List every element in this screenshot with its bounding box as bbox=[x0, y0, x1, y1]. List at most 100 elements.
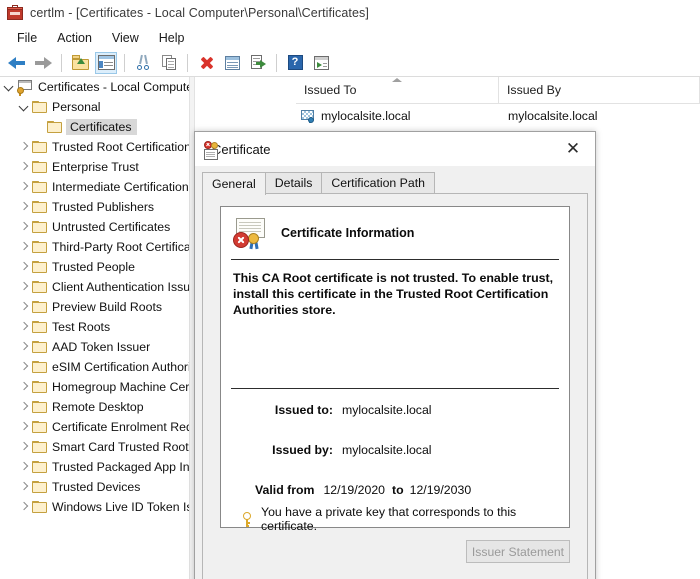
certificate-information-box: Certificate Information This CA Root cer… bbox=[220, 206, 570, 533]
tree-item-untrusted-certificates[interactable]: Untrusted Certificates bbox=[0, 217, 189, 237]
tree-item-trusted-root-certification-authorities[interactable]: Trusted Root Certification Authorities bbox=[0, 137, 189, 157]
tab-details[interactable]: Details bbox=[264, 172, 323, 193]
export-list-button[interactable] bbox=[247, 52, 269, 74]
certificate-information-header: Certificate Information bbox=[221, 207, 569, 259]
folder-icon bbox=[32, 361, 47, 373]
menu-item-action[interactable]: Action bbox=[48, 28, 101, 48]
tree-item-test-roots[interactable]: Test Roots bbox=[0, 317, 189, 337]
key-icon bbox=[241, 512, 253, 527]
tree-item-windows-live-id-token-issuer[interactable]: Windows Live ID Token Issuer bbox=[0, 497, 189, 517]
tree-item-aad-token-issuer[interactable]: AAD Token Issuer bbox=[0, 337, 189, 357]
tree-item-esim-certification-authorities[interactable]: eSIM Certification Authorities bbox=[0, 357, 189, 377]
copy-icon bbox=[161, 55, 177, 70]
tree-item-trusted-publishers[interactable]: Trusted Publishers bbox=[0, 197, 189, 217]
issued-to-field: Issued to: mylocalsite.local bbox=[255, 403, 432, 417]
folder-icon bbox=[32, 281, 47, 293]
tree-item-intermediate-certification-authorities[interactable]: Intermediate Certification Authorities bbox=[0, 177, 189, 197]
column-header-issued-by[interactable]: Issued By bbox=[499, 77, 700, 103]
tree-item-certificates[interactable]: Certificates bbox=[0, 117, 189, 137]
tree-item-trusted-packaged-app-installation-authorities[interactable]: Trusted Packaged App Installation Author… bbox=[0, 457, 189, 477]
tree-item-label: Trusted Publishers bbox=[52, 200, 155, 214]
tree-item-label: eSIM Certification Authorities bbox=[52, 360, 189, 374]
chevron-right-icon[interactable] bbox=[17, 437, 32, 457]
forward-button[interactable] bbox=[32, 52, 54, 74]
certlm-icon bbox=[7, 5, 23, 21]
chevron-right-icon[interactable] bbox=[17, 257, 32, 277]
chevron-right-icon[interactable] bbox=[17, 137, 32, 157]
tree-item-certificates-local-computer[interactable]: Certificates - Local Computer bbox=[0, 77, 189, 97]
tree-item-enterprise-trust[interactable]: Enterprise Trust bbox=[0, 157, 189, 177]
show-hide-console-tree-button[interactable] bbox=[95, 51, 117, 74]
toolbar: ? bbox=[0, 49, 700, 77]
issuer-statement-button[interactable]: Issuer Statement bbox=[466, 540, 570, 563]
tree-item-label: Client Authentication Issuers bbox=[52, 280, 189, 294]
tab-general[interactable]: General bbox=[202, 172, 266, 195]
chevron-right-icon[interactable] bbox=[17, 457, 32, 477]
tree-item-label: Certificates - Local Computer bbox=[38, 80, 189, 94]
tree-item-trusted-people[interactable]: Trusted People bbox=[0, 257, 189, 277]
valid-from-value: 12/19/2020 bbox=[323, 483, 385, 497]
arrow-right-icon bbox=[34, 56, 52, 70]
folder-icon bbox=[32, 181, 47, 193]
tree-item-trusted-devices[interactable]: Trusted Devices bbox=[0, 477, 189, 497]
menu-item-help[interactable]: Help bbox=[150, 28, 194, 48]
chevron-right-icon[interactable] bbox=[17, 197, 32, 217]
column-header-issued-to[interactable]: Issued To bbox=[296, 77, 499, 103]
tab-certification-path[interactable]: Certification Path bbox=[321, 172, 435, 193]
chevron-right-icon[interactable] bbox=[17, 297, 32, 317]
tree-item-label: Remote Desktop bbox=[52, 400, 144, 414]
chevron-right-icon[interactable] bbox=[17, 397, 32, 417]
chevron-right-icon[interactable] bbox=[17, 157, 32, 177]
certificate-error-icon bbox=[233, 218, 267, 250]
up-one-level-button[interactable] bbox=[69, 52, 91, 74]
tree-item-remote-desktop[interactable]: Remote Desktop bbox=[0, 397, 189, 417]
scissors-icon bbox=[136, 54, 151, 70]
certlm-window: certlm - [Certificates - Local Computer\… bbox=[0, 0, 700, 579]
valid-to-separator: to bbox=[392, 483, 404, 497]
chevron-right-icon[interactable] bbox=[17, 277, 32, 297]
chevron-right-icon[interactable] bbox=[17, 217, 32, 237]
properties-button[interactable] bbox=[221, 52, 243, 74]
chevron-down-icon[interactable] bbox=[2, 77, 17, 97]
tree-item-personal[interactable]: Personal bbox=[0, 97, 189, 117]
cut-button[interactable] bbox=[132, 52, 154, 74]
divider bbox=[231, 388, 559, 389]
dialog-titlebar[interactable]: Certificate ✕ bbox=[195, 132, 595, 166]
chevron-down-icon[interactable] bbox=[17, 97, 32, 117]
private-key-note: You have a private key that corresponds … bbox=[241, 505, 569, 533]
question-mark-help-icon: ? bbox=[287, 55, 303, 70]
help-button[interactable]: ? bbox=[284, 52, 306, 74]
sort-ascending-icon bbox=[392, 78, 402, 82]
chevron-right-icon[interactable] bbox=[17, 317, 32, 337]
chevron-right-icon[interactable] bbox=[17, 497, 32, 517]
console-tree[interactable]: Certificates - Local Computer Personal Cer… bbox=[0, 77, 189, 579]
back-button[interactable] bbox=[6, 52, 28, 74]
certificate-dialog: Certificate ✕ General Details Certificat… bbox=[194, 131, 596, 579]
menu-item-file[interactable]: File bbox=[8, 28, 46, 48]
tree-item-third-party-root-certification-authorities[interactable]: Third-Party Root Certification Authoriti… bbox=[0, 237, 189, 257]
tree-item-label: Certificate Enrolment Requests bbox=[52, 420, 189, 434]
issued-by-value: mylocalsite.local bbox=[342, 443, 432, 457]
delete-button[interactable] bbox=[195, 52, 217, 74]
tree-item-smart-card-trusted-roots[interactable]: Smart Card Trusted Roots bbox=[0, 437, 189, 457]
tree-item-homegroup-machine-certificates[interactable]: Homegroup Machine Certificates bbox=[0, 377, 189, 397]
folder-icon bbox=[32, 501, 47, 513]
close-icon[interactable]: ✕ bbox=[551, 132, 595, 166]
dialog-title: Certificate bbox=[212, 141, 271, 157]
chevron-right-icon[interactable] bbox=[17, 177, 32, 197]
show-action-pane-button[interactable] bbox=[310, 52, 332, 74]
folder-icon bbox=[32, 161, 47, 173]
issued-to-label: Issued to: bbox=[274, 403, 333, 417]
chevron-right-icon[interactable] bbox=[17, 417, 32, 437]
chevron-right-icon[interactable] bbox=[17, 477, 32, 497]
tree-item-preview-build-roots[interactable]: Preview Build Roots bbox=[0, 297, 189, 317]
chevron-right-icon[interactable] bbox=[17, 357, 32, 377]
chevron-right-icon[interactable] bbox=[17, 237, 32, 257]
table-row[interactable]: mylocalsite.local mylocalsite.local bbox=[296, 104, 700, 128]
chevron-right-icon[interactable] bbox=[17, 377, 32, 397]
chevron-right-icon[interactable] bbox=[17, 337, 32, 357]
menu-item-view[interactable]: View bbox=[103, 28, 148, 48]
tree-item-certificate-enrolment-requests[interactable]: Certificate Enrolment Requests bbox=[0, 417, 189, 437]
copy-button[interactable] bbox=[158, 52, 180, 74]
tree-item-client-authentication-issuers[interactable]: Client Authentication Issuers bbox=[0, 277, 189, 297]
